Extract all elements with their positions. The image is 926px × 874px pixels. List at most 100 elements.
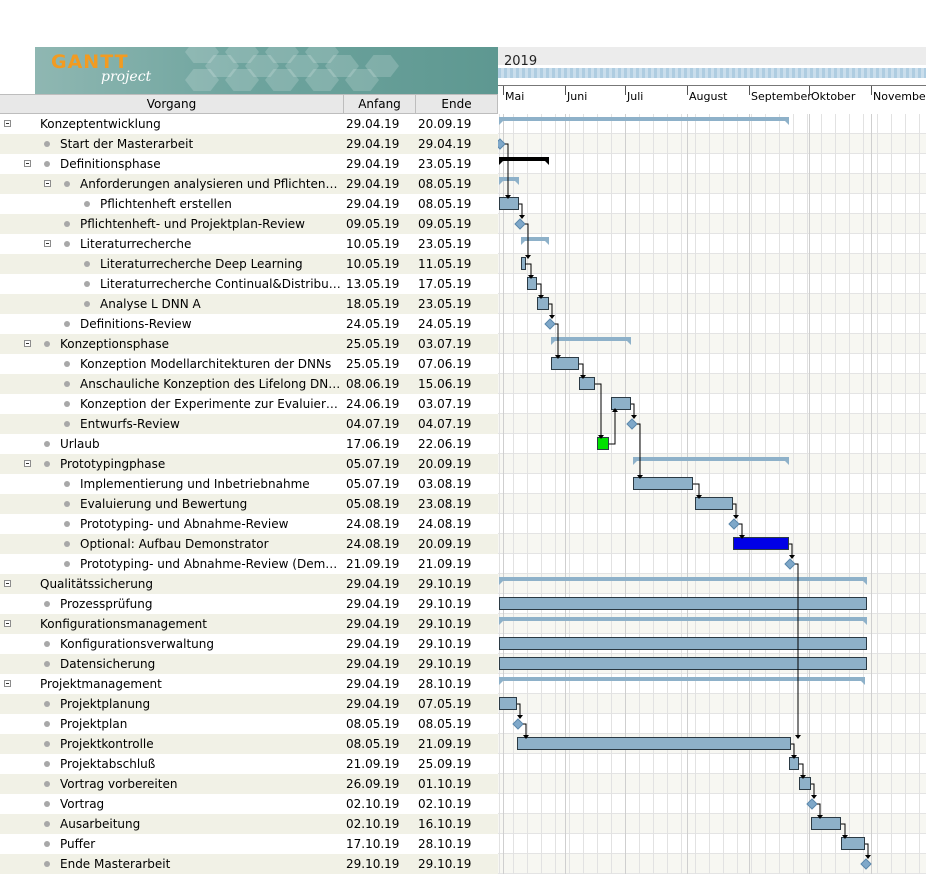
task-bar[interactable] — [499, 197, 519, 210]
summary-bar[interactable] — [499, 157, 549, 161]
task-bar[interactable] — [537, 297, 549, 310]
task-row[interactable]: Start der Masterarbeit 29.04.19 29.04.19 — [0, 134, 498, 154]
milestone-diamond[interactable] — [512, 718, 524, 730]
task-row[interactable]: Anforderungen analysieren und Pflichtenh… — [0, 174, 498, 194]
task-row[interactable]: Literaturrecherche 10.05.19 23.05.19 — [0, 234, 498, 254]
task-bar[interactable] — [841, 837, 865, 850]
task-row[interactable]: Konzeptionsphase 25.05.19 03.07.19 — [0, 334, 498, 354]
collapse-toggle-icon[interactable] — [4, 680, 11, 687]
month-tick — [503, 85, 504, 95]
task-row[interactable]: Konfigurationsverwaltung 29.04.19 29.10.19 — [0, 634, 498, 654]
task-row[interactable]: Optional: Aufbau Demonstrator 24.08.19 20.… — [0, 534, 498, 554]
task-bullet-icon — [84, 201, 90, 207]
task-row[interactable]: Urlaub 17.06.19 22.06.19 — [0, 434, 498, 454]
task-bullet-icon — [64, 381, 70, 387]
task-bar[interactable] — [521, 257, 526, 270]
milestone-diamond[interactable] — [806, 798, 818, 810]
summary-bar[interactable] — [499, 117, 789, 121]
task-row[interactable]: Pflichtenheft erstellen 29.04.19 08.05.19 — [0, 194, 498, 214]
summary-bar[interactable] — [521, 237, 549, 241]
task-end-date: 02.10.19 — [418, 797, 472, 811]
chart-row-background — [498, 694, 926, 714]
collapse-toggle-icon[interactable] — [44, 240, 51, 247]
collapse-toggle-icon[interactable] — [4, 620, 11, 627]
collapse-toggle-icon[interactable] — [4, 120, 11, 127]
task-row[interactable]: Prototyping- und Abnahme-Review 24.08.19 2… — [0, 514, 498, 534]
column-header-start[interactable]: Anfang — [344, 95, 416, 113]
task-row[interactable]: Vortrag vorbereiten 26.09.19 01.10.19 — [0, 774, 498, 794]
task-row[interactable]: Prozessprüfung 29.04.19 29.10.19 — [0, 594, 498, 614]
task-end-date: 29.04.19 — [418, 137, 472, 151]
task-bar[interactable] — [499, 657, 867, 670]
collapse-toggle-icon[interactable] — [24, 460, 31, 467]
task-row[interactable]: Implementierung und Inbetriebnahme 05.07.… — [0, 474, 498, 494]
task-row[interactable]: Ausarbeitung 02.10.19 16.10.19 — [0, 814, 498, 834]
collapse-toggle-icon[interactable] — [24, 160, 31, 167]
task-bar[interactable] — [579, 377, 595, 390]
task-row[interactable]: Anschauliche Konzeption des Lifelong DNN… — [0, 374, 498, 394]
summary-bar[interactable] — [499, 577, 867, 581]
task-row[interactable]: Entwurfs-Review 04.07.19 04.07.19 — [0, 414, 498, 434]
summary-bar[interactable] — [499, 677, 865, 681]
task-bar[interactable] — [499, 697, 517, 710]
task-bullet-icon — [64, 321, 70, 327]
task-start-date: 29.04.19 — [346, 637, 400, 651]
collapse-toggle-icon[interactable] — [44, 180, 51, 187]
task-row[interactable]: Vortrag 02.10.19 02.10.19 — [0, 794, 498, 814]
summary-bar[interactable] — [499, 617, 867, 621]
task-row[interactable]: Projektkontrolle 08.05.19 21.09.19 — [0, 734, 498, 754]
task-row[interactable]: Konzeption der Experimente zur Evaluieru… — [0, 394, 498, 414]
task-bullet-icon — [64, 361, 70, 367]
task-bar[interactable] — [499, 637, 867, 650]
task-bar[interactable] — [733, 537, 789, 550]
task-bar[interactable] — [517, 737, 791, 750]
task-row[interactable]: Ende Masterarbeit 29.10.19 29.10.19 — [0, 854, 498, 874]
task-row[interactable]: Literaturrecherche Deep Learning 10.05.19… — [0, 254, 498, 274]
task-row[interactable]: Datensicherung 29.04.19 29.10.19 — [0, 654, 498, 674]
task-start-date: 24.08.19 — [346, 537, 400, 551]
task-bullet-icon — [64, 541, 70, 547]
summary-bar[interactable] — [499, 177, 519, 181]
task-row[interactable]: Puffer 17.10.19 28.10.19 — [0, 834, 498, 854]
milestone-diamond[interactable] — [544, 318, 556, 330]
collapse-toggle-icon[interactable] — [24, 340, 31, 347]
task-bar[interactable] — [633, 477, 693, 490]
task-row[interactable]: Pflichtenheft- und Projektplan-Review 09.… — [0, 214, 498, 234]
task-bar[interactable] — [789, 757, 799, 770]
gantt-project-logo: GANTT project — [35, 47, 498, 94]
task-start-date: 04.07.19 — [346, 417, 400, 431]
task-row[interactable]: Konzeption Modellarchitekturen der DNNs 2… — [0, 354, 498, 374]
task-bullet-icon — [44, 761, 50, 767]
task-row[interactable]: Analyse L DNN A 18.05.19 23.05.19 — [0, 294, 498, 314]
task-row[interactable]: Konfigurationsmanagement 29.04.19 29.10.19 — [0, 614, 498, 634]
task-bar[interactable] — [611, 397, 631, 410]
task-row[interactable]: Definitions-Review 24.05.19 24.05.19 — [0, 314, 498, 334]
task-row[interactable]: Projektplan 08.05.19 08.05.19 — [0, 714, 498, 734]
task-row[interactable]: Prototypingphase 05.07.19 20.09.19 — [0, 454, 498, 474]
month-tick — [809, 85, 810, 95]
task-row[interactable]: Evaluierung und Bewertung 05.08.19 23.08.1… — [0, 494, 498, 514]
column-header-task[interactable]: Vorgang — [0, 95, 344, 113]
task-bar[interactable] — [527, 277, 537, 290]
task-bar[interactable] — [811, 817, 841, 830]
task-row[interactable]: Projektabschluß 21.09.19 25.09.19 — [0, 754, 498, 774]
task-bar[interactable] — [597, 437, 609, 450]
task-bar[interactable] — [695, 497, 733, 510]
task-row[interactable]: Literaturrecherche Continual&Distributed… — [0, 274, 498, 294]
task-end-date: 20.09.19 — [418, 457, 472, 471]
task-row[interactable]: Definitionsphase 29.04.19 23.05.19 — [0, 154, 498, 174]
task-bar[interactable] — [499, 597, 867, 610]
task-name: Literaturrecherche — [80, 237, 192, 251]
task-row[interactable]: Qualitätssicherung 29.04.19 29.10.19 — [0, 574, 498, 594]
task-bar[interactable] — [551, 357, 579, 370]
task-row[interactable]: Prototyping- und Abnahme-Review (Demonst… — [0, 554, 498, 574]
task-row[interactable]: Konzeptentwicklung 29.04.19 20.09.19 — [0, 114, 498, 134]
summary-bar[interactable] — [551, 337, 631, 341]
column-header-end[interactable]: Ende — [416, 95, 498, 113]
summary-bar[interactable] — [633, 457, 789, 461]
task-row[interactable]: Projektmanagement 29.04.19 28.10.19 — [0, 674, 498, 694]
task-row[interactable]: Projektplanung 29.04.19 07.05.19 — [0, 694, 498, 714]
task-bar[interactable] — [799, 777, 811, 790]
task-name: Konfigurationsmanagement — [40, 617, 207, 631]
collapse-toggle-icon[interactable] — [4, 580, 11, 587]
